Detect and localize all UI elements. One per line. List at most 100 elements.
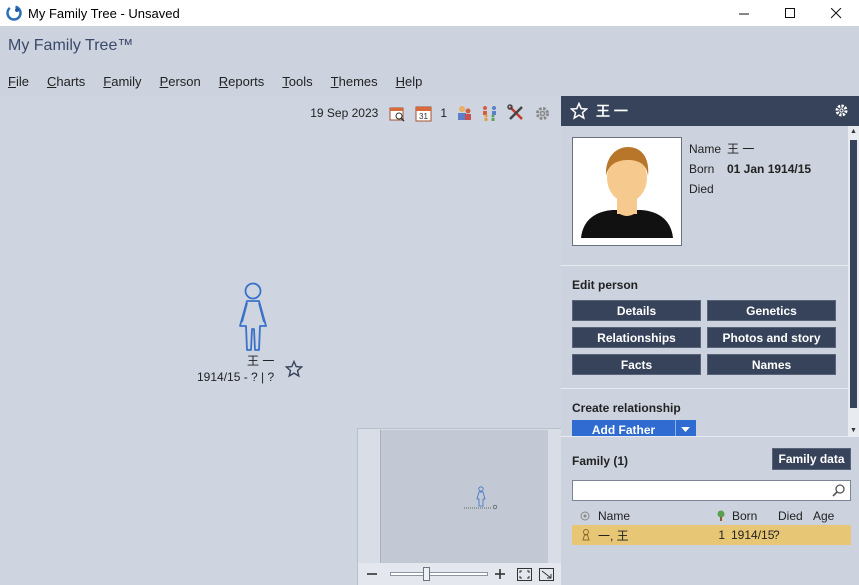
calendar-search-icon[interactable] [388, 104, 406, 122]
people-icon[interactable] [455, 104, 473, 122]
tree-icon [717, 510, 725, 521]
person-photo[interactable] [572, 137, 682, 246]
people-count: 1 [440, 106, 447, 120]
chevron-down-icon [681, 427, 690, 432]
canvas-toolbar: 19 Sep 2023 31 1 [310, 104, 551, 122]
family-section: Family (1) Family data Name Born Died Ag… [561, 436, 859, 585]
relationships-button[interactable]: Relationships [572, 327, 701, 348]
born-row: Born 01 Jan 1914/15 [689, 159, 811, 179]
family-list-row[interactable]: 一, 王 1 1914/15 ? [572, 525, 851, 545]
close-icon [830, 7, 841, 18]
tools-icon[interactable] [507, 104, 525, 122]
scroll-up-arrow-icon[interactable]: ▲ [850, 128, 857, 135]
tree-person-dates: 1914/15 - ? | ? [197, 370, 275, 384]
names-button[interactable]: Names [707, 354, 836, 375]
family-search-input[interactable] [573, 481, 828, 500]
window-title: My Family Tree - Unsaved [28, 5, 180, 21]
details-button[interactable]: Details [572, 300, 701, 321]
search-icon[interactable] [832, 483, 846, 497]
person-silhouette-icon [573, 138, 681, 245]
add-father-split-button: Add Father [572, 420, 696, 436]
svg-text:31: 31 [419, 112, 428, 121]
row-died: ? [773, 528, 780, 542]
tree-person-name: 王 一 [247, 354, 275, 368]
minimize-icon [738, 13, 749, 14]
died-label: Died [689, 182, 714, 196]
female-person-icon [582, 529, 590, 541]
zoom-slider[interactable] [390, 567, 488, 581]
zoom-in-button[interactable] [492, 566, 508, 582]
row-name: 一, 王 [598, 528, 629, 543]
minimap-viewport[interactable] [380, 430, 548, 563]
star-icon[interactable] [570, 102, 588, 120]
family-title: Family (1) [572, 454, 629, 468]
minimize-button[interactable] [721, 0, 767, 26]
genetics-button[interactable]: Genetics [707, 300, 836, 321]
edit-person-title: Edit person [572, 278, 639, 292]
name-label: Name [689, 142, 722, 156]
family-group-icon[interactable] [481, 104, 499, 122]
zoom-slider-knob[interactable] [423, 567, 430, 581]
edit-person-buttons: Details Genetics Relationships Photos an… [572, 300, 836, 375]
column-died[interactable]: Died [778, 509, 813, 523]
menu-themes[interactable]: Themes [331, 74, 378, 89]
family-search-box [572, 480, 851, 501]
minimap[interactable] [357, 428, 562, 585]
photos-and-story-button[interactable]: Photos and story [707, 327, 836, 348]
scroll-down-arrow-icon[interactable]: ▼ [850, 427, 857, 434]
radio-indicator-icon [580, 511, 590, 521]
window-controls [721, 0, 859, 26]
expand-minimap-button[interactable] [538, 566, 554, 582]
app-header: My Family Tree™ [0, 26, 859, 66]
person-panel-header: 王 一 [561, 96, 859, 126]
menu-tools[interactable]: Tools [282, 74, 312, 89]
gear-icon[interactable] [834, 103, 849, 118]
menu-family[interactable]: Family [103, 74, 141, 89]
menu-reports[interactable]: Reports [219, 74, 265, 89]
name-value: 王 一 [727, 142, 755, 156]
plus-icon [495, 569, 505, 579]
close-button[interactable] [813, 0, 859, 26]
family-data-button[interactable]: Family data [772, 448, 851, 470]
create-relationship-title: Create relationship [572, 401, 681, 415]
menu-file[interactable]: File [8, 74, 29, 89]
menu-help[interactable]: Help [396, 74, 423, 89]
star-icon[interactable] [285, 360, 303, 378]
divider [561, 388, 848, 389]
gear-icon[interactable] [533, 104, 551, 122]
fit-screen-icon [516, 567, 532, 581]
born-value: 01 Jan 1914/15 [727, 162, 812, 176]
column-born[interactable]: Born [732, 509, 778, 523]
maximize-icon [784, 7, 795, 18]
name-row: Name 王 一 [689, 139, 811, 159]
current-date: 19 Sep 2023 [310, 106, 379, 120]
tree-person-node[interactable]: 王 一 1914/15 - ? | ? [192, 282, 312, 392]
person-details-scroll[interactable]: Name 王 一 Born 01 Jan 1914/15 Died Edit p… [561, 126, 859, 436]
minimap-person-icon [464, 486, 498, 510]
tree-canvas[interactable]: 19 Sep 2023 31 1 王 一 1914/15 - ? | ? [0, 96, 562, 585]
app-logo-icon [6, 5, 22, 21]
zoom-out-button[interactable] [364, 566, 380, 582]
minus-icon [367, 573, 377, 575]
maximize-button[interactable] [767, 0, 813, 26]
details-scrollbar[interactable]: ▲ ▼ [848, 126, 859, 436]
calendar-31-icon[interactable]: 31 [414, 104, 432, 122]
minimap-controls [358, 563, 562, 585]
fit-to-screen-button[interactable] [516, 566, 532, 582]
died-row: Died [689, 179, 811, 199]
menu-charts[interactable]: Charts [47, 74, 85, 89]
female-person-icon [239, 282, 267, 351]
facts-button[interactable]: Facts [572, 354, 701, 375]
born-label: Born [689, 162, 715, 176]
window-titlebar: My Family Tree - Unsaved [0, 0, 859, 26]
column-name[interactable]: Name [598, 509, 710, 523]
app-title: My Family Tree™ [8, 37, 134, 54]
divider [561, 265, 848, 266]
scrollbar-thumb[interactable] [850, 140, 857, 408]
column-age[interactable]: Age [813, 509, 834, 523]
family-list-header: Name Born Died Age [572, 507, 851, 525]
add-father-button[interactable]: Add Father [572, 420, 675, 436]
add-father-dropdown[interactable] [675, 420, 695, 436]
menu-bar: File Charts Family Person Reports Tools … [0, 66, 859, 96]
menu-person[interactable]: Person [160, 74, 201, 89]
